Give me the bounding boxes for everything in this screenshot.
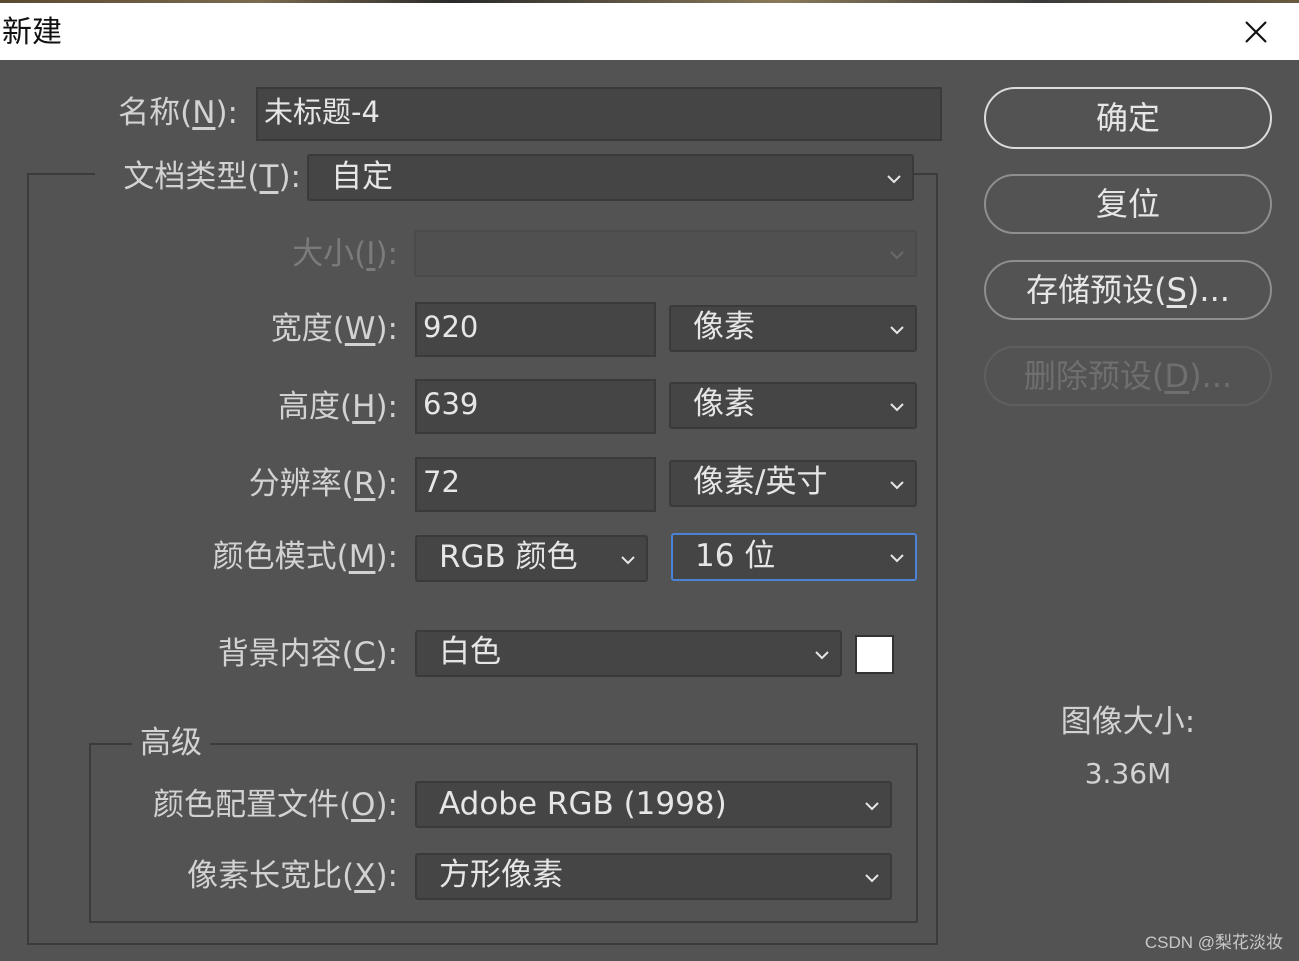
new-document-dialog: 名称(N): 未标题-4 文档类型(T): 自定 大小(I): 宽度(W): 9… (0, 60, 1299, 961)
chevron-down-icon (621, 555, 635, 564)
color-profile-select[interactable]: Adobe RGB (1998) (415, 781, 892, 828)
height-input[interactable]: 639 (415, 379, 656, 434)
chevron-down-icon (890, 554, 904, 563)
color-profile-label: 颜色配置文件(O): (152, 787, 398, 823)
window-title: 新建 (2, 15, 62, 50)
width-input[interactable]: 920 (415, 302, 656, 357)
pixel-aspect-select[interactable]: 方形像素 (415, 853, 892, 900)
resolution-input[interactable]: 72 (415, 457, 656, 512)
chevron-down-icon (815, 650, 829, 659)
delete-preset-button: 删除预设(D)... (984, 346, 1272, 406)
height-unit-select[interactable]: 像素 (669, 382, 917, 429)
name-label: 名称(N): (118, 95, 238, 131)
width-label: 宽度(W): (270, 311, 398, 347)
size-select (414, 230, 917, 277)
color-mode-select[interactable]: RGB 颜色 (415, 535, 648, 582)
name-input[interactable]: 未标题-4 (256, 87, 942, 141)
title-bar: 新建 (0, 3, 1299, 60)
pixel-aspect-label: 像素长宽比(X): (187, 858, 398, 894)
chevron-down-icon (890, 250, 904, 259)
close-icon (1245, 21, 1267, 43)
doc-type-label: 文档类型(T): (95, 157, 307, 197)
chevron-down-icon (890, 480, 904, 489)
size-label: 大小(I): (292, 236, 398, 272)
color-mode-label: 颜色模式(M): (212, 539, 398, 575)
height-label: 高度(H): (278, 389, 398, 425)
ok-button[interactable]: 确定 (984, 87, 1272, 149)
chevron-down-icon (887, 174, 901, 183)
image-size-value: 3.36M (1084, 757, 1172, 790)
background-select[interactable]: 白色 (415, 630, 842, 677)
advanced-legend: 高级 (132, 723, 210, 763)
resolution-label: 分辨率(R): (248, 466, 398, 502)
doc-type-select[interactable]: 自定 (307, 154, 914, 201)
watermark: CSDN @梨花淡妆 (1144, 933, 1283, 952)
resolution-unit-select[interactable]: 像素/英寸 (669, 460, 917, 507)
chevron-down-icon (865, 801, 879, 810)
background-label: 背景内容(C): (217, 636, 398, 672)
chevron-down-icon (890, 325, 904, 334)
width-unit-select[interactable]: 像素 (669, 305, 917, 352)
close-button[interactable] (1237, 13, 1275, 51)
image-size-label: 图像大小: (1060, 704, 1196, 740)
background-color-swatch[interactable] (855, 635, 894, 674)
bit-depth-select[interactable]: 16 位 (671, 533, 917, 581)
chevron-down-icon (890, 402, 904, 411)
chevron-down-icon (865, 873, 879, 882)
save-preset-button[interactable]: 存储预设(S)... (984, 260, 1272, 320)
reset-button[interactable]: 复位 (984, 174, 1272, 234)
